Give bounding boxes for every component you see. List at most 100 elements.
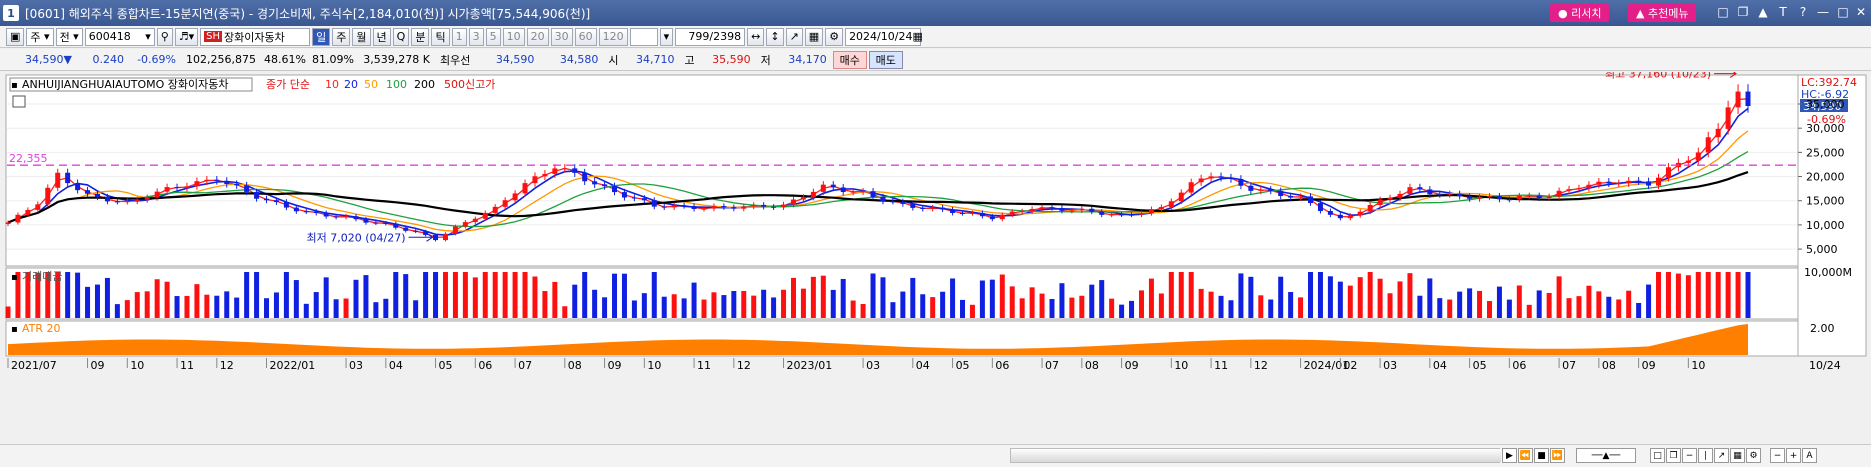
minute-30-button[interactable]: 30 [550, 27, 573, 46]
font-icon[interactable]: T [1775, 4, 1791, 20]
buy-button[interactable]: 매수 [832, 50, 867, 69]
minute-custom-dropdown[interactable]: ▾ [659, 27, 674, 46]
pin-icon[interactable]: ▲ [1755, 4, 1771, 20]
period-minute-button[interactable]: 분 [411, 27, 430, 46]
link-icon[interactable]: □ [1715, 4, 1731, 20]
bar-count-field[interactable]: 799/2398 [675, 27, 746, 46]
price-tick-label: 5,000 [1806, 243, 1838, 256]
chart-options-icon[interactable] [12, 95, 26, 108]
draw-line-icon[interactable]: ↗ [785, 27, 803, 46]
volume-bar [1566, 298, 1572, 318]
stock-code-input[interactable]: 600418 ▾ [84, 27, 155, 46]
volume-bar [1407, 273, 1413, 318]
volume-bar [423, 272, 429, 318]
maximize-icon[interactable]: □ [1835, 4, 1851, 20]
rewind-icon[interactable]: ⏪ [1518, 448, 1533, 463]
copy-window-icon[interactable]: ❐ [1735, 4, 1751, 20]
volume-bar [1029, 287, 1035, 318]
stock-name-field[interactable]: SH 장화이자동차 [200, 27, 311, 46]
volume-bar [283, 272, 289, 318]
scroll-start-icon[interactable]: ▶ [1502, 448, 1517, 463]
minute-20-button[interactable]: 20 [526, 27, 549, 46]
expand-icon[interactable]: ↕ [766, 27, 784, 46]
speaker-icon[interactable]: ♬▾ [174, 27, 199, 46]
minute-3-button[interactable]: 3 [468, 27, 484, 46]
minute-10-button[interactable]: 10 [502, 27, 525, 46]
horizontal-split-icon[interactable]: − [1682, 448, 1697, 463]
gear-icon[interactable]: ⚙ [825, 27, 844, 46]
candle-body [1556, 190, 1562, 197]
volume-bar [771, 297, 777, 318]
candle-body [1486, 196, 1492, 198]
compress-icon[interactable]: ↔ [747, 27, 765, 46]
candle-body [781, 204, 787, 208]
grid-icon[interactable]: ▦ [1730, 448, 1745, 463]
sell-button[interactable]: 매도 [868, 50, 903, 69]
period-tick-button[interactable]: 틱 [431, 27, 450, 46]
prev-select[interactable]: 전 ▾ [55, 27, 83, 46]
candle-body [1308, 196, 1314, 204]
minute-5-button[interactable]: 5 [485, 27, 501, 46]
settings-icon[interactable]: ⚙ [1746, 448, 1761, 463]
close-icon[interactable]: ✕ [1853, 4, 1869, 20]
period-mode-select[interactable]: 주 ▾ [26, 27, 54, 46]
volume-bar [671, 294, 677, 318]
date-tick-label: 04 [1433, 359, 1447, 372]
search-icon[interactable]: ⚲ [156, 27, 173, 46]
vertical-split-icon[interactable]: ∣ [1698, 448, 1713, 463]
period-quarter-button[interactable]: Q [392, 27, 410, 46]
volume-bar [810, 276, 816, 318]
candle-body [552, 168, 558, 174]
candle-body [433, 234, 439, 241]
main-toolbar: ▣ 주 ▾ 전 ▾ 600418 ▾ ⚲ ♬▾ SH 장화이자동차 일 주 월 년 … [0, 26, 1871, 48]
volume-bar [1576, 296, 1582, 318]
minute-120-button[interactable]: 120 [598, 27, 628, 46]
candle-body [1705, 137, 1711, 153]
stop-icon[interactable]: ■ [1534, 448, 1549, 463]
volume-bar [1059, 283, 1065, 318]
stock-chart[interactable]: 22,355 ANHUIJIANGHUAIAUTOMO 장화이자동차 ▪ 종가 … [0, 72, 1871, 444]
zoom-in-icon[interactable]: + [1786, 448, 1801, 463]
zoom-out-icon[interactable]: − [1770, 448, 1785, 463]
calendar-icon[interactable]: ▦ [912, 30, 922, 43]
chart-layout-icon[interactable]: ▣ [6, 27, 25, 46]
period-day-button[interactable]: 일 [312, 27, 331, 46]
candle-body [234, 184, 240, 186]
candle-body [1079, 208, 1085, 211]
date-tick-label: 2023/01 [787, 359, 833, 372]
date-field[interactable]: 2024/10/24 ▦ [845, 27, 923, 46]
period-week-button[interactable]: 주 [332, 27, 351, 46]
scroll-thumb[interactable] [1011, 449, 1501, 462]
window-tile-icon[interactable]: □ [1650, 448, 1665, 463]
candle-body [512, 193, 518, 201]
zoom-slider[interactable]: ──▲── [1576, 448, 1636, 463]
save-icon[interactable]: ▦ [804, 27, 824, 46]
scroll-track[interactable] [1010, 448, 1501, 463]
trend-icon[interactable]: ↗ [1714, 448, 1729, 463]
research-button[interactable]: ● 리서치 [1550, 4, 1610, 22]
volume-bar [1208, 291, 1214, 318]
candle-body [1029, 208, 1035, 212]
help-icon[interactable]: ? [1795, 4, 1811, 20]
volume-bar [1317, 272, 1323, 318]
period-month-button[interactable]: 월 [352, 27, 371, 46]
amount-value: 3,539,278 K [363, 53, 430, 66]
recommend-menu-button[interactable]: ▲ 추천메뉴 [1628, 4, 1697, 22]
fast-forward-icon[interactable]: ⏩ [1550, 448, 1565, 463]
volume-bar [701, 299, 707, 318]
volume-bar [1337, 281, 1343, 318]
minute-1-button[interactable]: 1 [451, 27, 467, 46]
volume-bar [751, 295, 757, 318]
minimize-icon[interactable]: — [1815, 4, 1831, 20]
candle-body [293, 207, 299, 212]
cascade-icon[interactable]: ❐ [1666, 448, 1681, 463]
minute-custom-input[interactable] [629, 27, 658, 46]
candle-body [1566, 189, 1572, 191]
volume-bar [164, 281, 170, 318]
volume-bar [870, 273, 876, 318]
chevron-down-icon[interactable]: ▾ [145, 30, 151, 43]
candle-body [55, 172, 61, 188]
minute-60-button[interactable]: 60 [574, 27, 597, 46]
text-icon[interactable]: A [1802, 448, 1817, 463]
period-year-button[interactable]: 년 [372, 27, 391, 46]
